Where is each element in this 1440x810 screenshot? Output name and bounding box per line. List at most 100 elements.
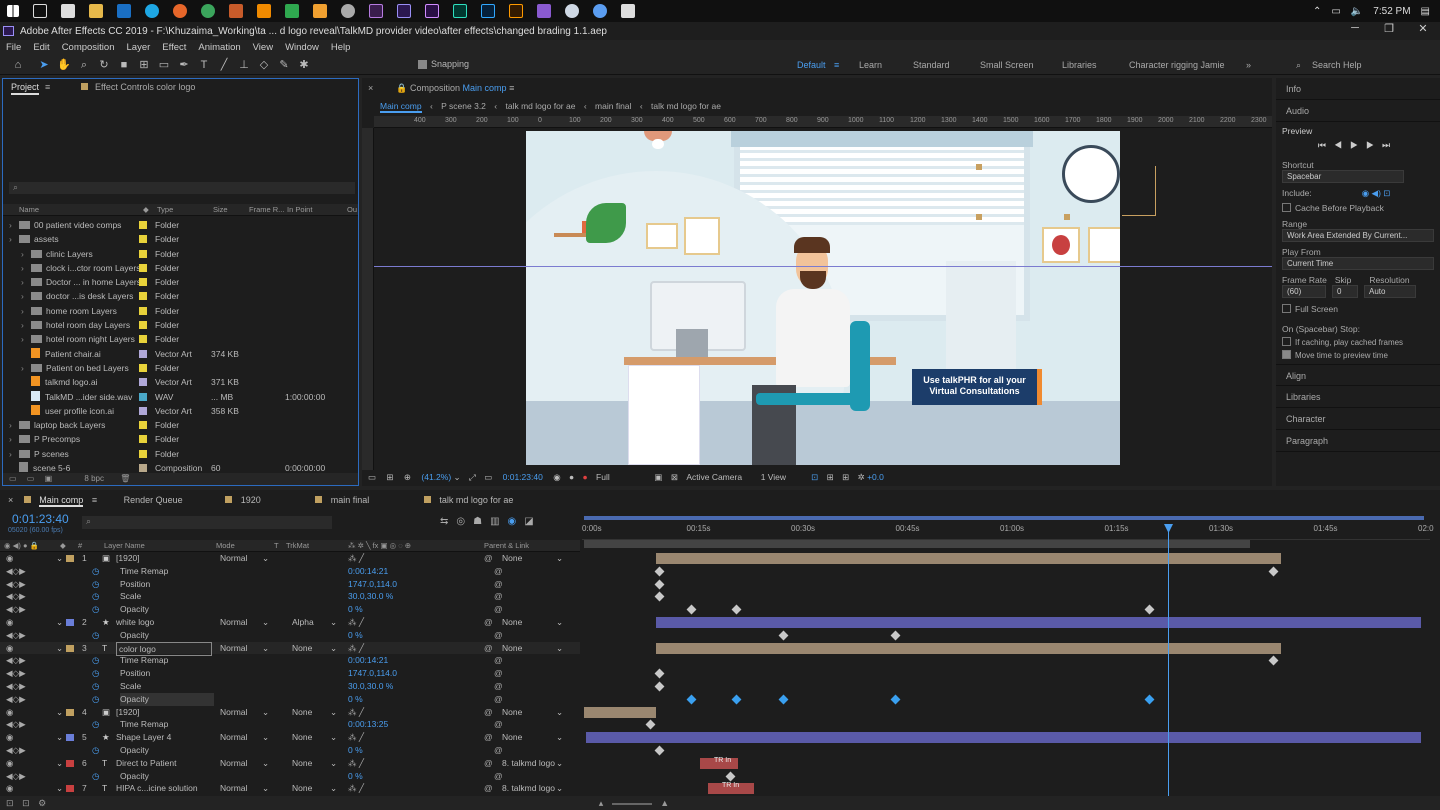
chevron-down-icon[interactable]: ⌄ — [556, 731, 563, 744]
windows-start-icon[interactable] — [7, 5, 19, 17]
stopwatch-icon[interactable]: ◷ — [92, 693, 99, 706]
mode-select[interactable]: Normal — [220, 706, 247, 719]
property-row[interactable]: ◀◇▶ ◷ Position 1747.0,114.0 @ — [0, 578, 580, 591]
close-icon[interactable]: ✕ — [1406, 22, 1440, 35]
layer-duration-bar[interactable]: TR In — [708, 782, 754, 795]
breadcrumb-p-scene[interactable]: P scene 3.2 — [441, 101, 486, 111]
prev-frame-icon[interactable]: ◀ — [1334, 140, 1350, 150]
play-icon[interactable]: ▶ — [1350, 140, 1366, 150]
chevron-right-icon[interactable]: › — [21, 361, 31, 375]
mode-select[interactable]: Normal — [220, 757, 247, 770]
chevron-right-icon[interactable]: › — [21, 318, 31, 332]
drop-icon[interactable] — [565, 4, 579, 18]
property-row[interactable]: ◀◇▶ ◷ Scale 30.0,30.0 % @ — [0, 590, 580, 603]
chevron-right-icon[interactable]: › — [21, 289, 31, 303]
stopwatch-icon[interactable]: ◷ — [92, 590, 99, 603]
project-item[interactable]: › assets Folder — [3, 232, 348, 246]
keyframe-icon[interactable] — [645, 719, 656, 730]
maximize-icon[interactable]: ❐ — [1372, 22, 1406, 35]
layer-bounding-box[interactable] — [1122, 166, 1156, 216]
switches-icon[interactable]: ⁂ ╱ — [348, 616, 364, 629]
panel-menu-icon[interactable]: ≡ — [92, 495, 97, 505]
keyframe-icon[interactable] — [1268, 655, 1279, 666]
chevron-right-icon[interactable]: › — [9, 418, 19, 432]
keyframe-icon[interactable] — [654, 579, 665, 590]
zoom-tool-icon[interactable]: ⌕ — [76, 57, 92, 73]
label-swatch[interactable] — [139, 232, 155, 246]
pick-whip-icon[interactable]: @ — [494, 680, 503, 693]
tab-talk-md-logo[interactable]: talk md logo for ae — [439, 495, 513, 505]
photoshop-icon[interactable] — [481, 4, 495, 18]
keyframe-nav-icon[interactable]: ◀◇▶ — [6, 565, 26, 578]
outlook-icon[interactable] — [117, 4, 131, 18]
horizontal-ruler[interactable]: 400 300 200 100 0 100 200 300 400 500 600 700 800 900… — [374, 116, 1272, 128]
workspace-small-screen[interactable]: Small Screen — [980, 55, 1034, 75]
pick-whip-icon[interactable]: @ — [494, 565, 503, 578]
resolution-select[interactable]: Auto — [1364, 285, 1416, 298]
expand-chevron-icon[interactable]: ⌄ — [56, 731, 63, 744]
property-value[interactable]: 0:00:14:21 — [348, 565, 388, 578]
parent-select[interactable]: None — [502, 616, 558, 629]
audio-panel[interactable]: Audio — [1276, 100, 1440, 122]
chevron-down-icon[interactable]: ⌄ — [262, 616, 269, 629]
last-frame-icon[interactable]: ⏭ — [1382, 140, 1398, 150]
stopwatch-icon[interactable]: ◷ — [92, 770, 99, 783]
chevron-right-icon[interactable]: › — [21, 332, 31, 346]
visibility-icon[interactable]: ◉ — [6, 706, 13, 719]
comp-mini-flowchart-icon[interactable]: ⇆ — [440, 516, 456, 527]
breadcrumb-talk-md-logo[interactable]: talk md logo for ae — [506, 101, 576, 111]
expand-chevron-icon[interactable]: ⌄ — [56, 552, 63, 565]
first-frame-icon[interactable]: ⏮ — [1318, 140, 1334, 150]
tab-1920[interactable]: 1920 — [241, 495, 261, 505]
label-swatch[interactable] — [139, 275, 155, 289]
keyframe-icon[interactable] — [890, 694, 901, 705]
mask-visibility-icon[interactable]: ⊕ — [404, 472, 411, 482]
chevron-down-icon[interactable]: ⌄ — [330, 731, 337, 744]
breadcrumb-main-final[interactable]: main final — [595, 101, 631, 111]
more-workspaces-icon[interactable]: » — [1246, 55, 1251, 75]
keyframe-icon[interactable] — [654, 681, 665, 692]
label-swatch[interactable] — [139, 361, 155, 375]
visibility-icon[interactable]: ◉ — [6, 642, 13, 655]
rectangle-tool-icon[interactable]: ▭ — [156, 57, 172, 73]
keyframe-nav-icon[interactable]: ◀◇▶ — [6, 590, 26, 603]
chevron-down-icon[interactable]: ⌄ — [556, 782, 563, 795]
current-time-indicator[interactable] — [1168, 526, 1169, 796]
tab-main-comp[interactable]: Main comp — [39, 495, 84, 507]
menu-window[interactable]: Window — [285, 42, 319, 53]
label-swatch[interactable] — [139, 247, 155, 261]
chevron-down-icon[interactable]: ⌄ — [330, 616, 337, 629]
stopwatch-icon[interactable]: ◷ — [92, 603, 99, 616]
zoom-out-icon[interactable]: ▴ — [599, 798, 604, 808]
label-swatch[interactable] — [139, 304, 155, 318]
property-value[interactable]: 0 % — [348, 770, 363, 783]
project-item[interactable]: › Patient on bed Layers Folder — [3, 361, 348, 375]
col-mode[interactable]: Mode — [216, 540, 274, 551]
stopwatch-icon[interactable]: ◷ — [92, 654, 99, 667]
layer-name[interactable]: Direct to Patient — [116, 757, 176, 770]
menu-view[interactable]: View — [253, 42, 273, 53]
tab-main-final[interactable]: main final — [331, 495, 370, 505]
col-layer-name[interactable]: Layer Name — [104, 540, 216, 551]
move-time-checkbox[interactable] — [1282, 350, 1291, 359]
property-row[interactable]: ◀◇▶ ◷ Opacity 0 % @ — [0, 692, 580, 706]
keyframe-icon[interactable] — [1268, 566, 1279, 577]
chevron-down-icon[interactable]: ⌄ — [262, 552, 269, 565]
col-in-point[interactable]: In Point — [287, 204, 347, 215]
tab-project[interactable]: Project — [11, 79, 40, 95]
parent-select[interactable]: 8. talkmd logo — [502, 757, 558, 770]
app-icon[interactable] — [313, 4, 327, 18]
menu-file[interactable]: File — [6, 42, 21, 53]
chevron-down-icon[interactable]: ⌄ — [556, 642, 563, 655]
breadcrumb-talk-md-logo-2[interactable]: talk md logo for ae — [651, 101, 721, 111]
zoom-in-icon[interactable]: ▲ — [660, 798, 669, 808]
visibility-icon[interactable]: ◉ — [6, 731, 13, 744]
parent-select[interactable]: 8. talkmd logo — [502, 782, 558, 795]
full-screen-checkbox[interactable] — [1282, 304, 1291, 313]
chevron-down-icon[interactable]: ⌄ — [330, 642, 337, 655]
label-swatch[interactable] — [139, 289, 155, 303]
stopwatch-icon[interactable]: ◷ — [92, 565, 99, 578]
new-folder-icon[interactable]: ▭ — [27, 474, 35, 483]
switches-icon[interactable]: ⁂ ╱ — [348, 706, 364, 719]
timeline-search[interactable]: ⌕ — [82, 516, 332, 529]
